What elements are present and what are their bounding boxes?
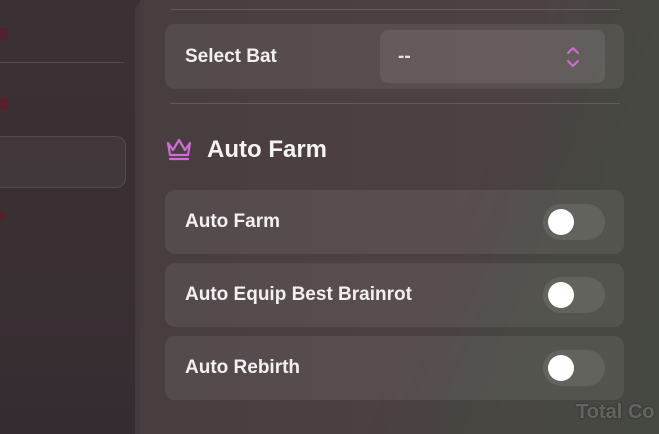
toggle-knob [548,209,574,235]
select-bat-dropdown[interactable]: -- [380,30,605,83]
section-header-auto-farm: Auto Farm [165,132,465,168]
select-bat-label: Select Bat [185,45,277,67]
toggle-knob [548,355,574,381]
sidebar-partial-icon [0,28,8,40]
chevron-up-down-icon [567,47,579,67]
select-bat-value: -- [398,45,411,67]
crown-icon [166,138,192,161]
toggle-row-auto-farm[interactable]: Auto Farm [165,190,624,254]
top-divider [170,9,620,10]
sidebar-partial-icon [0,212,6,220]
auto-equip-best-brainrot-toggle[interactable] [543,277,605,313]
toggle-label-auto-equip-best-brainrot: Auto Equip Best Brainrot [185,284,412,305]
section-divider [170,103,620,104]
auto-rebirth-toggle[interactable] [543,350,605,386]
toggle-knob [548,282,574,308]
toggle-row-auto-equip-best-brainrot[interactable]: Auto Equip Best Brainrot [165,263,624,327]
sidebar-partial-icon [0,98,8,110]
game-background-left [0,0,140,434]
toggle-label-auto-farm: Auto Farm [185,211,280,232]
auto-farm-toggle[interactable] [543,204,605,240]
select-bat-row: Select Bat -- [165,24,624,89]
section-title: Auto Farm [207,136,327,163]
sidebar-tab-active[interactable] [0,136,126,188]
toggle-row-auto-rebirth[interactable]: Auto Rebirth [165,336,624,400]
toggle-label-auto-rebirth: Auto Rebirth [185,357,301,378]
background-watermark-text: Total Co [576,401,655,423]
sidebar-divider [0,62,124,63]
